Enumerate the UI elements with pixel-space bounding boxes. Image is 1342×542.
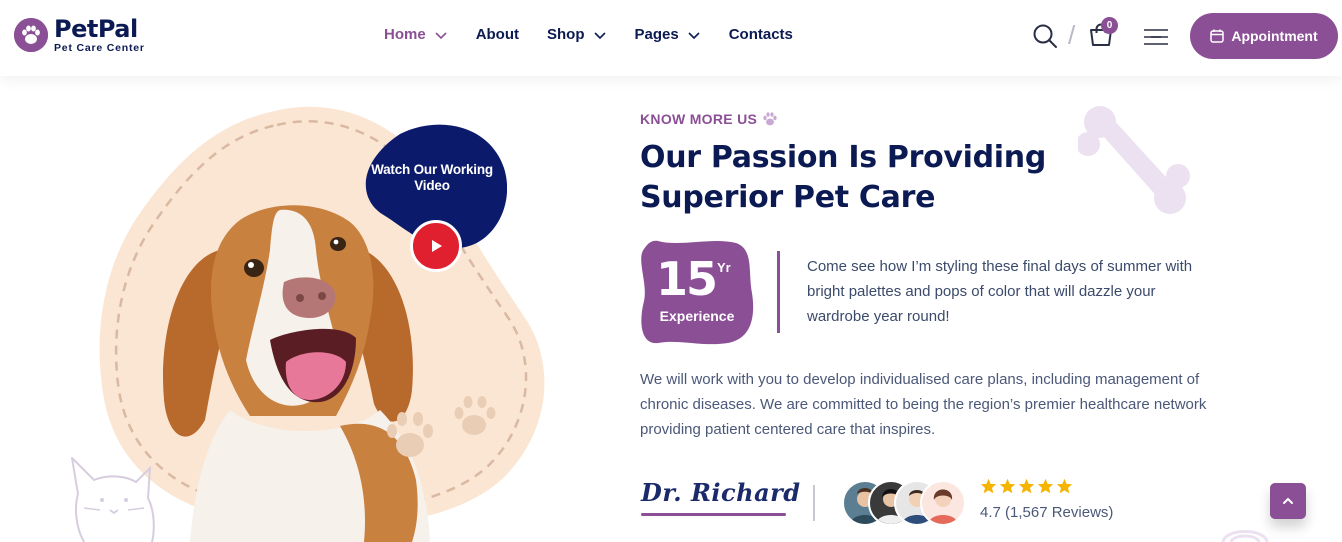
experience-unit: Yr [717,260,731,275]
logo[interactable]: PetPal Pet Care Center [14,17,145,54]
search-icon[interactable] [1032,23,1058,49]
star-icon [980,478,997,494]
section-headline: Our Passion Is Providing Superior Pet Ca… [640,140,1047,215]
yarn-ball-icon [1221,530,1269,542]
brand-name: PetPal [54,15,138,43]
nav-item-home[interactable]: Home [384,26,448,43]
rating-stars [980,478,1073,494]
section-eyebrow: KNOW MORE US [640,111,778,127]
main-nav: Home About Shop Pages Contacts [384,26,821,43]
scroll-to-top-button[interactable] [1270,483,1306,519]
signature-underline [641,513,786,516]
about-body-text: We will work with you to develop individ… [640,371,1207,438]
nav-item-pages[interactable]: Pages [635,26,701,43]
paw-icon [763,112,777,126]
experience-label: Experience [659,308,735,324]
chevron-down-icon [593,31,606,39]
avatar [920,480,966,526]
divider-slash: / [1068,20,1076,50]
nav-item-about[interactable]: About [476,26,519,43]
appointment-button[interactable]: Appointment [1190,13,1338,59]
customer-avatars [842,480,970,526]
cart-count-badge: 0 [1101,17,1118,34]
experience-description: Come see how I’m styling these final day… [807,258,1193,325]
star-icon [999,478,1016,494]
watch-video-label: Watch Our Working Video [371,162,493,193]
signature: Dr. Richard [641,478,801,507]
paw-logo-icon [14,18,48,53]
footer-divider [813,485,815,521]
nav-item-contacts[interactable]: Contacts [729,26,793,43]
experience-number: 15 [656,252,718,306]
paw-prints-icon [387,396,496,457]
play-video-button[interactable] [410,220,462,272]
rating-text: 4.7 (1,567 Reviews) [980,504,1114,521]
star-icon [1037,478,1054,494]
cat-outline-icon [71,457,155,542]
site-header: PetPal Pet Care Center Home About Shop P… [0,0,1342,76]
chevron-down-icon [435,31,447,39]
star-icon [1056,478,1073,494]
vertical-divider [777,251,780,333]
hamburger-icon[interactable] [1143,27,1169,47]
star-icon [1018,478,1035,494]
brand-tagline: Pet Care Center [54,42,145,54]
chevron-up-icon [1283,497,1293,504]
calendar-icon [1210,29,1225,43]
chevron-down-icon [688,31,700,39]
nav-item-shop[interactable]: Shop [547,26,607,43]
play-icon [432,240,442,252]
